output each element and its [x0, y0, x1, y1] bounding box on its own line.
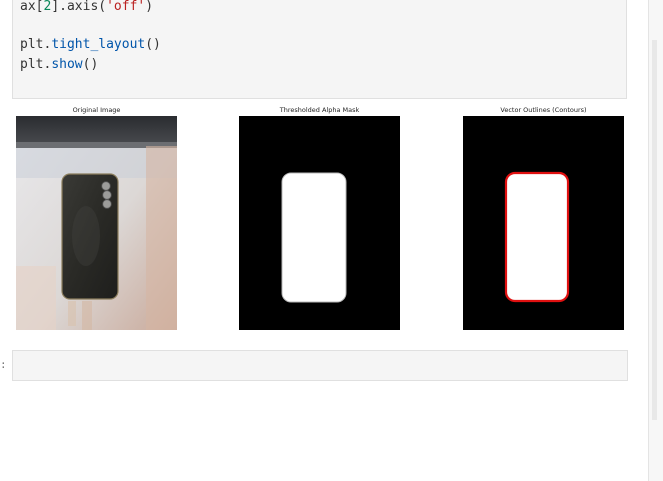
photo-image-icon — [16, 116, 177, 330]
code-line-tight-layout: plt.tight_layout() — [20, 37, 161, 52]
contour-image — [463, 116, 624, 330]
mask-image-icon — [239, 116, 400, 330]
contour-image-icon — [463, 116, 624, 330]
cell-prompt: : — [0, 358, 7, 371]
panel-title-mask: Thresholded Alpha Mask — [279, 106, 360, 114]
mask-image — [239, 116, 400, 330]
empty-code-cell[interactable] — [12, 350, 628, 381]
code-line-axis-off: ax[2].axis('off') — [20, 0, 154, 14]
panel-title-original: Original Image — [72, 106, 121, 114]
code-line-show: plt.show() — [20, 57, 99, 72]
scrollbar-thumb[interactable] — [652, 40, 657, 420]
original-image — [16, 116, 177, 330]
panel-title-contours: Vector Outlines (Contours) — [500, 106, 587, 114]
code-cell[interactable]: ax[2].axis('off') plt.tight_layout() plt… — [12, 0, 627, 99]
